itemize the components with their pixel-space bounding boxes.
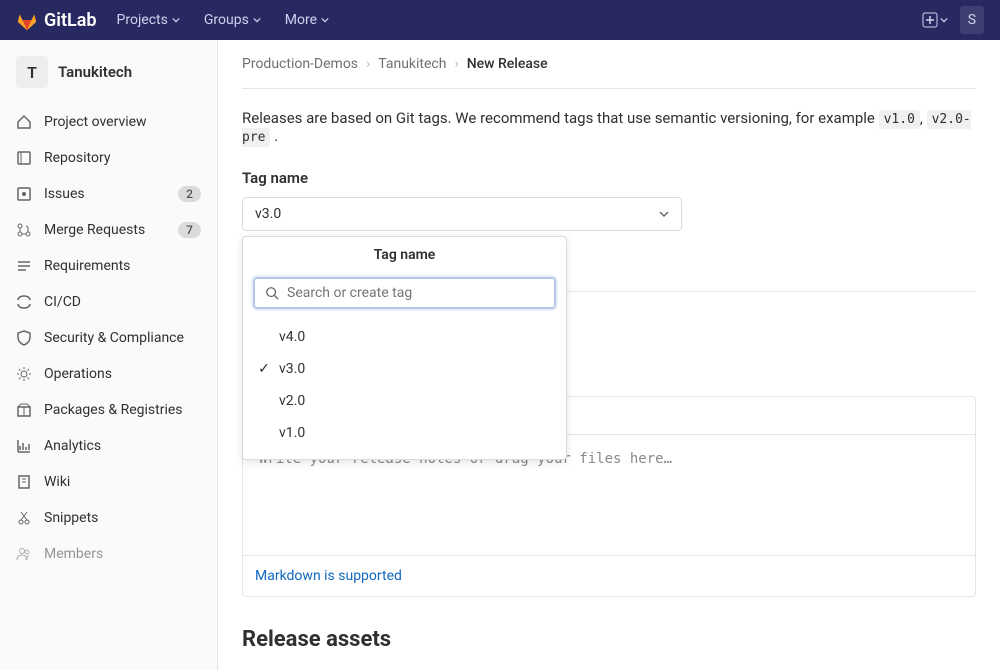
sidebar-item-label: Snippets — [44, 510, 201, 526]
breadcrumb: Production-Demos › Tanukitech › New Rele… — [242, 56, 976, 89]
breadcrumb-link[interactable]: Tanukitech — [378, 56, 446, 72]
sidebar-item-members[interactable]: Members — [0, 536, 217, 572]
sidebar-item-operations[interactable]: Operations — [0, 356, 217, 392]
sidebar-item-label: Analytics — [44, 438, 201, 454]
plus-square-icon — [922, 12, 938, 28]
tag-option[interactable]: v4.0 — [243, 321, 566, 353]
top-navbar: GitLab Projects Groups More S — [0, 0, 1000, 40]
check-icon: ✓ — [257, 361, 271, 377]
sidebar-item-label: Issues — [44, 186, 166, 202]
sidebar-badge: 7 — [178, 222, 201, 238]
tag-search-input[interactable] — [287, 285, 544, 301]
sidebar-item-label: CI/CD — [44, 294, 201, 310]
home-icon — [16, 114, 32, 130]
req-icon — [16, 258, 32, 274]
tag-options-list: v4.0 ✓ v3.0 v2.0 v1.0 — [243, 317, 566, 459]
dropdown-title: Tag name — [243, 237, 566, 273]
wiki-icon — [16, 474, 32, 490]
sidebar-item-security-compliance[interactable]: Security & Compliance — [0, 320, 217, 356]
sidebar-item-requirements[interactable]: Requirements — [0, 248, 217, 284]
sidebar-item-wiki[interactable]: Wiki — [0, 464, 217, 500]
chevron-down-icon — [253, 16, 261, 24]
chevron-down-icon — [659, 209, 669, 219]
tag-option-label: v3.0 — [279, 361, 305, 377]
breadcrumb-link[interactable]: Production-Demos — [242, 56, 358, 72]
markdown-supported-link[interactable]: Markdown is supported — [255, 568, 402, 584]
project-avatar: T — [16, 56, 48, 88]
tag-dropdown-panel: Tag name v4.0 ✓ v3.0 v2.0 v1.0 — [242, 236, 567, 460]
merge-icon — [16, 222, 32, 238]
tag-option-label: v1.0 — [279, 425, 305, 441]
tag-name-label: Tag name — [242, 169, 976, 187]
sidebar-item-merge-requests[interactable]: Merge Requests 7 — [0, 212, 217, 248]
main-content: Production-Demos › Tanukitech › New Rele… — [218, 40, 1000, 670]
sidebar-item-ci-cd[interactable]: CI/CD — [0, 284, 217, 320]
sidebar-item-label: Merge Requests — [44, 222, 166, 238]
sidebar-item-label: Project overview — [44, 114, 201, 130]
sidebar-item-label: Repository — [44, 150, 201, 166]
sidebar: T Tanukitech Project overview Repository I… — [0, 40, 218, 670]
sidebar-item-repository[interactable]: Repository — [0, 140, 217, 176]
package-icon — [16, 402, 32, 418]
sidebar-item-label: Members — [44, 546, 201, 562]
new-dropdown-button[interactable] — [922, 12, 948, 28]
sidebar-item-packages-registries[interactable]: Packages & Registries — [0, 392, 217, 428]
sidebar-item-project-overview[interactable]: Project overview — [0, 104, 217, 140]
sidebar-badge: 2 — [178, 186, 201, 202]
dropdown-search-wrapper — [253, 277, 556, 309]
brand-text: GitLab — [44, 10, 97, 31]
tag-option[interactable]: ✓ v3.0 — [243, 353, 566, 385]
nav-more[interactable]: More — [285, 12, 329, 28]
intro-text: Releases are based on Git tags. We recom… — [242, 109, 976, 145]
code-example: v1.0 — [879, 110, 920, 129]
search-button[interactable]: S — [960, 6, 984, 34]
sidebar-item-label: Security & Compliance — [44, 330, 201, 346]
sidebar-item-label: Requirements — [44, 258, 201, 274]
release-assets-heading: Release assets — [242, 627, 976, 652]
search-icon — [265, 286, 279, 300]
analytics-icon — [16, 438, 32, 454]
project-name: Tanukitech — [58, 63, 132, 81]
top-right-actions: S — [922, 6, 984, 34]
sidebar-item-snippets[interactable]: Snippets — [0, 500, 217, 536]
tanuki-icon — [16, 9, 38, 31]
nav-groups[interactable]: Groups — [204, 12, 261, 28]
issues-icon — [16, 186, 32, 202]
tag-option[interactable]: v1.0 — [243, 417, 566, 449]
shield-icon — [16, 330, 32, 346]
sidebar-item-analytics[interactable]: Analytics — [0, 428, 217, 464]
breadcrumb-current: New Release — [467, 56, 548, 72]
top-nav: Projects Groups More — [117, 12, 922, 28]
tag-name-selected: v3.0 — [255, 206, 281, 222]
tag-option[interactable]: v2.0 — [243, 385, 566, 417]
repo-icon — [16, 150, 32, 166]
cicd-icon — [16, 294, 32, 310]
tag-option-label: v2.0 — [279, 393, 305, 409]
chevron-down-icon — [172, 16, 180, 24]
ops-icon — [16, 366, 32, 382]
tag-name-dropdown[interactable]: v3.0 — [242, 197, 682, 231]
nav-projects[interactable]: Projects — [117, 12, 180, 28]
sidebar-item-issues[interactable]: Issues 2 — [0, 176, 217, 212]
sidebar-item-label: Packages & Registries — [44, 402, 201, 418]
chevron-down-icon — [321, 16, 329, 24]
gitlab-logo[interactable]: GitLab — [16, 9, 97, 31]
members-icon — [16, 546, 32, 562]
breadcrumb-separator: › — [366, 56, 370, 72]
tag-option-label: v4.0 — [279, 329, 305, 345]
snippets-icon — [16, 510, 32, 526]
breadcrumb-separator: › — [454, 56, 458, 72]
notes-footer: Markdown is supported — [243, 555, 975, 596]
project-header[interactable]: T Tanukitech — [0, 48, 217, 96]
sidebar-item-label: Wiki — [44, 474, 201, 490]
chevron-down-icon — [940, 16, 948, 24]
sidebar-item-label: Operations — [44, 366, 201, 382]
